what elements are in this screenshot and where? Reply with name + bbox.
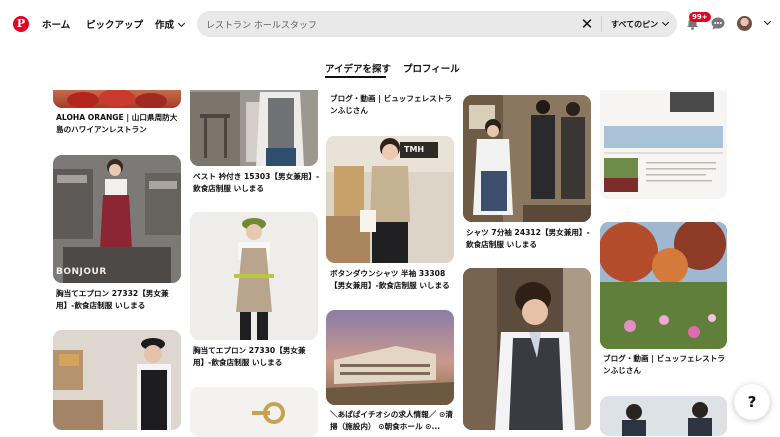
search-divider: [601, 16, 602, 32]
pin-image-vest-waiter[interactable]: [53, 330, 181, 430]
nav-pickup[interactable]: ピックアップ: [86, 17, 143, 31]
top-nav-bar: P ホーム ピックアップ 作成 レストラン ホールスタッフ ✕ すべてのピン 9…: [0, 0, 780, 48]
pin-caption-aloha-orange[interactable]: ALOHA ORANGE | 山口県周防大島のハワイアンレストラン: [56, 112, 184, 136]
profile-avatar[interactable]: [737, 16, 752, 31]
nav-create-menu[interactable]: 作成: [155, 17, 186, 31]
clear-search-icon[interactable]: ✕: [580, 16, 594, 32]
pin-caption-shirt-24312[interactable]: シャツ 7分袖 24312【男女兼用】-飲食店制服 いしまる: [466, 227, 594, 251]
messages-icon[interactable]: [711, 17, 725, 30]
pin-image-buttondown-33308[interactable]: TMH: [326, 136, 454, 263]
search-bar[interactable]: レストラン ホールスタッフ ✕ すべてのピン: [197, 11, 677, 37]
pin-caption-buffet-blog-2[interactable]: ブログ・動画 | ビュッフェレストランふじさん: [603, 353, 731, 377]
resort-building-photo: [326, 346, 454, 405]
help-button[interactable]: ?: [734, 384, 770, 420]
pin-filter-label: すべてのピン: [611, 20, 659, 29]
pin-image-shirt-24312[interactable]: [463, 95, 591, 222]
shop-sign-text: TMH: [404, 145, 425, 154]
shop-sign-text: BONJOUR: [56, 267, 107, 277]
tab-profiles[interactable]: プロフィール: [403, 61, 460, 75]
pin-caption-apron-27330[interactable]: 胸当てエプロン 27330【男女兼用】-飲食店制服 いしまる: [193, 345, 321, 369]
pin-filter-dropdown[interactable]: すべてのピン: [611, 18, 670, 30]
pin-caption-buttondown-33308[interactable]: ボタンダウンシャツ 半袖 33308【男女兼用】-飲食店制服 いしまる: [330, 268, 458, 292]
nav-create-label: 作成: [155, 20, 175, 31]
nav-home[interactable]: ホーム: [42, 17, 70, 31]
server-photo: [326, 136, 454, 263]
pin-image-apron-27332[interactable]: BONJOUR: [53, 155, 181, 283]
notification-count-badge: 99+: [689, 12, 711, 22]
waitress-photo: [463, 268, 591, 430]
pin-caption-vest-15303[interactable]: ベスト 衿付き 15303【男女兼用】-飲食店制服 いしまる: [193, 171, 321, 195]
cafe-duo-photo: [463, 95, 591, 222]
search-tabs: アイデアを探す プロフィール: [0, 48, 780, 90]
kitchen-photo: [600, 396, 727, 436]
pin-caption-resort-job[interactable]: ＼あぱぱイチオシの求人情報／ ⊙清掃（施設内） ⊙朝食ホール ⊙...: [330, 409, 458, 433]
garden-photo: [600, 222, 727, 349]
pin-caption-apron-27332[interactable]: 胸当てエプロン 27332【男女兼用】-飲食店制服 いしまる: [56, 288, 184, 312]
active-tab-underline: [325, 76, 386, 78]
pin-caption-buffet-blog-1[interactable]: ブログ・動画 | ビュッフェレストランふじさん: [330, 93, 458, 117]
chevron-down-icon: [662, 18, 670, 27]
chevron-down-icon: [177, 19, 186, 28]
pin-image-autumn-garden[interactable]: [600, 222, 727, 349]
pin-image-apron-27330[interactable]: [190, 212, 318, 340]
apron-model-photo: [190, 212, 318, 340]
tab-explore-ideas[interactable]: アイデアを探す: [325, 61, 391, 75]
search-input[interactable]: レストラン ホールスタッフ: [206, 18, 317, 31]
pin-image-kitchen-staff[interactable]: [600, 396, 727, 436]
pin-image-waitress-vest[interactable]: [463, 268, 591, 430]
account-menu-chevron-icon[interactable]: [763, 17, 772, 26]
pin-image-resort-job[interactable]: [326, 310, 454, 405]
cafe-staff-photo: [53, 155, 181, 283]
waiter-photo: [53, 330, 181, 430]
pinterest-logo-icon[interactable]: P: [13, 16, 29, 32]
